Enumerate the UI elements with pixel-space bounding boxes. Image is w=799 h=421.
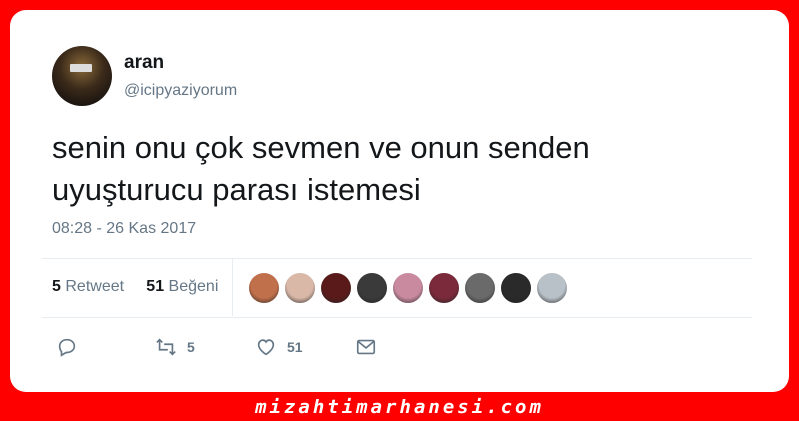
dm-button[interactable] [355, 336, 377, 358]
retweet-icon [156, 338, 176, 356]
liker-avatar[interactable] [248, 272, 280, 304]
retweet-stat[interactable]: 5 Retweet [52, 278, 124, 295]
liker-avatar[interactable] [284, 272, 316, 304]
tweet-timestamp[interactable]: 08:28 - 26 Kas 2017 [52, 220, 196, 238]
heart-icon [257, 339, 275, 356]
like-stat-label: Beğeni [168, 278, 219, 295]
divider-bottom [42, 317, 752, 318]
stats-divider [232, 259, 233, 316]
liker-avatar[interactable] [536, 272, 568, 304]
divider-top [42, 258, 752, 259]
liker-avatar[interactable] [320, 272, 352, 304]
liker-avatar[interactable] [392, 272, 424, 304]
avatar[interactable] [52, 46, 112, 106]
user-handle[interactable]: @icipyaziyorum [124, 82, 237, 100]
like-count: 51 [146, 278, 165, 295]
retweet-stat-label: Retweet [65, 278, 125, 295]
display-name[interactable]: aran [124, 52, 164, 74]
envelope-icon [356, 339, 376, 355]
liker-avatar[interactable] [464, 272, 496, 304]
retweet-action-count: 5 [187, 339, 195, 355]
like-action-count: 51 [287, 339, 303, 355]
tweet-text-line-1: senin onu çok sevmen ve onun senden [52, 130, 590, 165]
liker-avatar[interactable] [356, 272, 388, 304]
retweet-count: 5 [52, 278, 61, 295]
tweet-text-line-2: uyuşturucu parası istemesi [52, 172, 421, 207]
reply-icon [58, 338, 76, 357]
like-stat[interactable]: 51 Beğeni [146, 278, 218, 295]
watermark: mizahtimarhanesi.com [255, 396, 544, 418]
reply-button[interactable] [56, 336, 78, 358]
tweet-stats: 5 Retweet 51 Beğeni [52, 278, 218, 296]
tweet-text: senin onu çok sevmen ve onun senden uyuş… [52, 127, 712, 211]
liker-avatar[interactable] [500, 272, 532, 304]
like-button[interactable]: 51 [255, 336, 303, 358]
retweet-button[interactable]: 5 [155, 336, 195, 358]
liker-avatar[interactable] [428, 272, 460, 304]
